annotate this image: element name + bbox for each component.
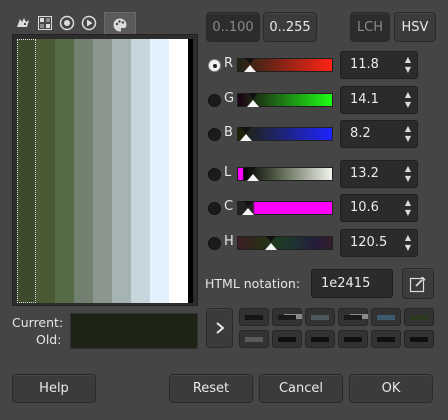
history-swatch[interactable] — [272, 308, 302, 326]
slider-l-marker[interactable] — [247, 174, 259, 181]
palette-swatch[interactable] — [131, 39, 150, 303]
spin-b-value: 8.2 — [350, 126, 371, 141]
ok-button[interactable]: OK — [349, 374, 433, 403]
slider-h-marker[interactable] — [265, 243, 277, 250]
spin-l[interactable]: 13.2 ▲ ▼ — [340, 160, 418, 188]
old-label: Old: — [36, 332, 62, 347]
color-selector-tabs — [12, 12, 146, 36]
channel-label-h: H — [224, 234, 234, 249]
current-color-swatch — [70, 313, 198, 349]
spinner-arrows-icon[interactable]: ▲ ▼ — [402, 55, 414, 75]
history-swatch[interactable] — [272, 330, 302, 348]
gimp-wilber-icon[interactable] — [12, 12, 34, 34]
cmyk-grid-icon[interactable] — [34, 12, 56, 34]
hsv-button[interactable]: HSV — [394, 12, 436, 42]
palette-swatch[interactable] — [74, 39, 93, 303]
watercolor-circle-icon[interactable] — [56, 12, 78, 34]
spin-h[interactable]: 120.5 ▲ ▼ — [340, 229, 418, 257]
history-swatch[interactable] — [305, 308, 335, 326]
palette-icon[interactable] — [104, 12, 136, 36]
radio-c[interactable] — [208, 202, 221, 215]
help-button[interactable]: Help — [12, 374, 96, 403]
spin-r[interactable]: 11.8 ▲ ▼ — [340, 51, 418, 79]
spin-r-value: 11.8 — [350, 57, 379, 72]
color-picker-button[interactable] — [402, 268, 434, 299]
channel-label-g: G — [224, 91, 235, 106]
spin-b[interactable]: 8.2 ▲ ▼ — [340, 120, 418, 148]
add-to-history-button[interactable] — [206, 308, 233, 348]
history-swatch[interactable] — [239, 330, 269, 348]
slider-c-marker[interactable] — [242, 208, 254, 215]
palette-swatch[interactable] — [93, 39, 112, 303]
triangle-wheel-icon[interactable] — [78, 12, 100, 34]
spinner-arrows-icon[interactable]: ▲ ▼ — [402, 233, 414, 253]
range-0-255-button[interactable]: 0..255 — [263, 12, 317, 42]
html-notation-label: HTML notation: — [205, 276, 301, 291]
history-swatch[interactable] — [404, 330, 434, 348]
palette-swatch[interactable] — [112, 39, 131, 303]
palette-swatch-edge — [188, 39, 193, 303]
channel-label-b: B — [224, 125, 233, 140]
spin-g[interactable]: 14.1 ▲ ▼ — [340, 86, 418, 114]
spin-c-value: 10.6 — [350, 200, 379, 215]
slider-b-top-marker — [241, 127, 251, 133]
radio-g[interactable] — [208, 94, 221, 107]
slider-c-top-marker — [243, 201, 253, 207]
history-swatch[interactable] — [338, 308, 368, 326]
cancel-button[interactable]: Cancel — [259, 374, 343, 403]
radio-r[interactable] — [208, 59, 221, 72]
slider-h[interactable] — [237, 236, 333, 250]
history-swatch[interactable] — [404, 308, 434, 326]
slider-g-marker[interactable] — [247, 100, 259, 107]
spin-l-value: 13.2 — [350, 166, 379, 181]
palette-swatch[interactable] — [169, 39, 188, 303]
current-label: Current: — [12, 315, 64, 330]
channel-label-r: R — [224, 56, 234, 71]
history-swatch[interactable] — [305, 330, 335, 348]
spin-h-value: 120.5 — [350, 235, 388, 250]
palette-swatch[interactable] — [55, 39, 74, 303]
html-notation-input[interactable]: 1e2415 — [311, 269, 393, 298]
slider-b-marker[interactable] — [240, 134, 252, 141]
range-0-100-button[interactable]: 0..100 — [206, 12, 260, 42]
spinner-arrows-icon[interactable]: ▲ ▼ — [402, 124, 414, 144]
spinner-arrows-icon[interactable]: ▲ ▼ — [402, 198, 414, 218]
slider-r-top-marker — [245, 58, 255, 64]
radio-b[interactable] — [208, 128, 221, 141]
chevron-right-icon — [215, 322, 225, 334]
slider-g-top-marker — [248, 93, 258, 99]
spinner-arrows-icon[interactable]: ▲ ▼ — [402, 164, 414, 184]
history-swatch[interactable] — [371, 330, 401, 348]
channel-label-l: L — [224, 165, 232, 180]
slider-r-marker[interactable] — [244, 65, 256, 72]
palette-swatch[interactable] — [36, 39, 55, 303]
radio-h[interactable] — [208, 237, 221, 250]
html-notation-value: 1e2415 — [321, 276, 371, 291]
reset-button[interactable]: Reset — [169, 374, 253, 403]
radio-l[interactable] — [208, 168, 221, 181]
history-swatch[interactable] — [371, 308, 401, 326]
spin-c[interactable]: 10.6 ▲ ▼ — [340, 194, 418, 222]
spinner-arrows-icon[interactable]: ▲ ▼ — [402, 90, 414, 110]
slider-l-top-marker — [245, 167, 255, 173]
palette-view[interactable] — [12, 34, 198, 306]
history-swatch[interactable] — [239, 308, 269, 326]
channel-label-c: C — [224, 199, 234, 214]
palette-swatch[interactable] — [17, 39, 36, 303]
spin-g-value: 14.1 — [350, 92, 379, 107]
eyedropper-icon — [409, 276, 426, 292]
history-swatch[interactable] — [338, 330, 368, 348]
slider-h-top-marker — [266, 236, 276, 242]
lch-button[interactable]: LCH — [350, 12, 390, 42]
palette-swatch[interactable] — [150, 39, 169, 303]
